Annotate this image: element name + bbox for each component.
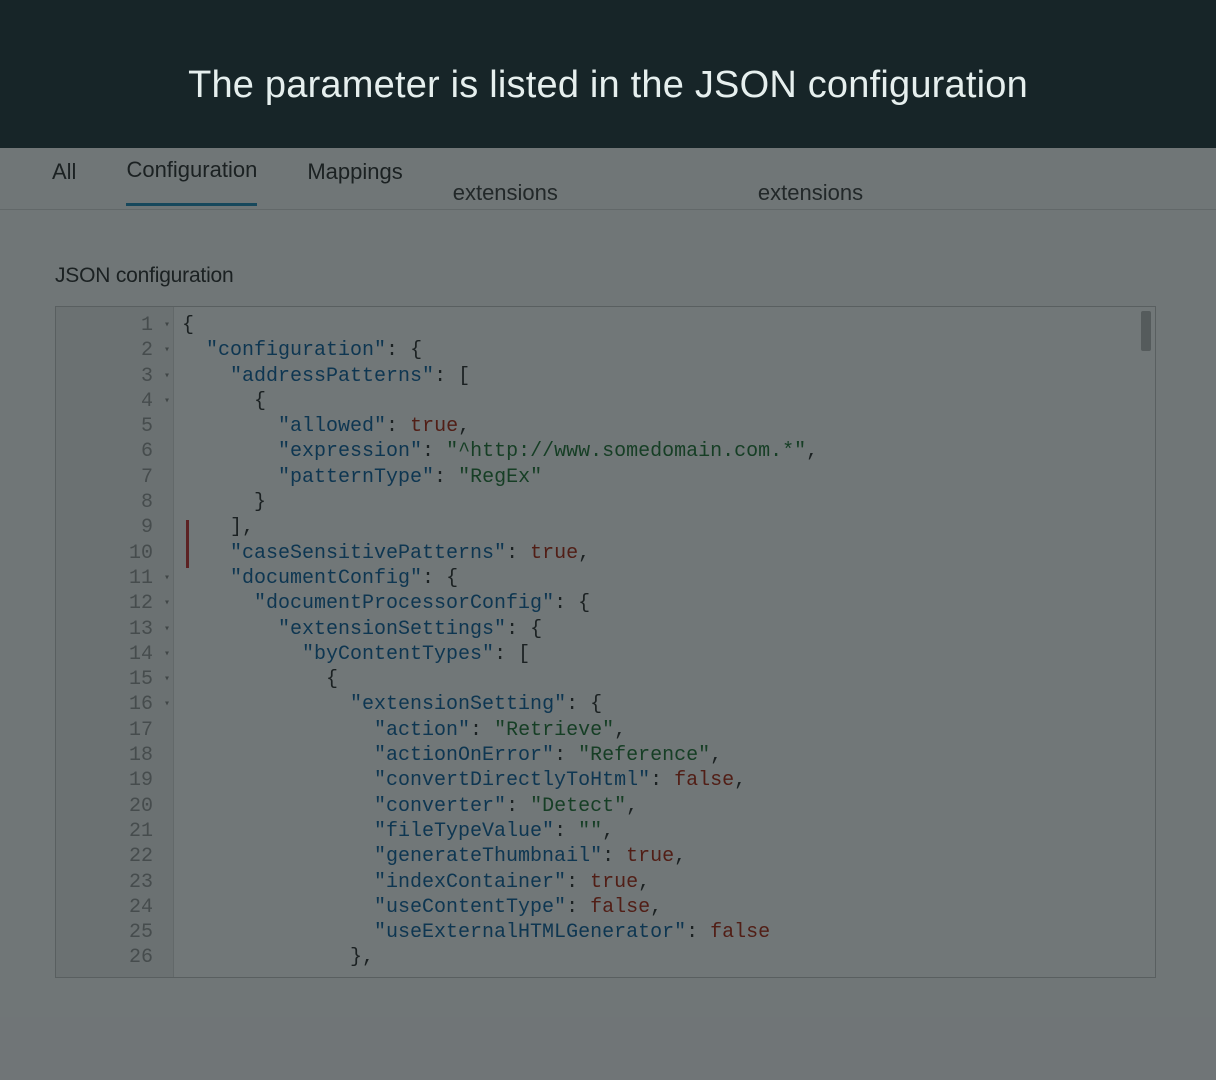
code-line[interactable]: "byContentTypes": [: [182, 642, 1155, 667]
gutter-line: 4▾: [56, 389, 173, 414]
code-line[interactable]: "useExternalHTMLGenerator": false: [182, 920, 1155, 945]
gutter-line: 18: [56, 743, 173, 768]
gutter-line: 14▾: [56, 642, 173, 667]
editor-scrollbar[interactable]: [1141, 311, 1151, 351]
json-editor[interactable]: 1▾2▾3▾4▾567891011▾12▾13▾14▾15▾16▾1718192…: [55, 306, 1156, 978]
fold-arrow-icon[interactable]: ▾: [164, 566, 170, 591]
gutter-line: 10: [56, 541, 173, 566]
tutorial-heading-bar: The parameter is listed in the JSON conf…: [0, 0, 1216, 170]
code-line[interactable]: "useContentType": false,: [182, 895, 1155, 920]
code-line[interactable]: "patternType": "RegEx": [182, 465, 1155, 490]
code-line[interactable]: "fileTypeValue": "",: [182, 819, 1155, 844]
code-line[interactable]: "caseSensitivePatterns": true,: [182, 541, 1155, 566]
tabs-row: All Configuration Mappings extensions ex…: [0, 148, 1216, 210]
code-line[interactable]: }: [182, 490, 1155, 515]
code-line[interactable]: "converter": "Detect",: [182, 794, 1155, 819]
gutter-line: 5: [56, 414, 173, 439]
code-line[interactable]: "documentProcessorConfig": {: [182, 591, 1155, 616]
gutter-line: 21: [56, 819, 173, 844]
fold-arrow-icon[interactable]: ▾: [164, 642, 170, 667]
tab-extensions-1[interactable]: extensions: [453, 152, 558, 206]
editor-code[interactable]: { "configuration": { "addressPatterns": …: [174, 307, 1155, 977]
code-line[interactable]: "allowed": true,: [182, 414, 1155, 439]
code-line[interactable]: "action": "Retrieve",: [182, 718, 1155, 743]
gutter-line: 11▾: [56, 566, 173, 591]
content-area: JSON configuration 1▾2▾3▾4▾567891011▾12▾…: [0, 210, 1216, 1080]
fold-arrow-icon[interactable]: ▾: [164, 389, 170, 414]
tab-mappings[interactable]: Mappings: [307, 153, 402, 205]
code-line[interactable]: {: [182, 389, 1155, 414]
gutter-line: 22: [56, 844, 173, 869]
gutter-line: 2▾: [56, 338, 173, 363]
fold-arrow-icon[interactable]: ▾: [164, 591, 170, 616]
code-line[interactable]: "configuration": {: [182, 338, 1155, 363]
fold-arrow-icon[interactable]: ▾: [164, 667, 170, 692]
code-line[interactable]: "extensionSetting": {: [182, 692, 1155, 717]
code-line[interactable]: ],: [182, 515, 1155, 540]
gutter-line: 23: [56, 870, 173, 895]
fold-arrow-icon[interactable]: ▾: [164, 617, 170, 642]
gutter-line: 9: [56, 515, 173, 540]
gutter-line: 26: [56, 945, 173, 970]
gutter-line: 17: [56, 718, 173, 743]
code-line[interactable]: },: [182, 945, 1155, 970]
tab-extensions-2[interactable]: extensions: [758, 152, 863, 206]
gutter-line: 1▾: [56, 313, 173, 338]
gutter-line: 20: [56, 794, 173, 819]
gutter-line: 19: [56, 768, 173, 793]
gutter-line: 13▾: [56, 617, 173, 642]
gutter-line: 25: [56, 920, 173, 945]
editor-gutter: 1▾2▾3▾4▾567891011▾12▾13▾14▾15▾16▾1718192…: [56, 307, 174, 977]
code-line[interactable]: "expression": "^http://www.somedomain.co…: [182, 439, 1155, 464]
fold-arrow-icon[interactable]: ▾: [164, 364, 170, 389]
code-line[interactable]: "indexContainer": true,: [182, 870, 1155, 895]
gutter-line: 8: [56, 490, 173, 515]
gutter-line: 3▾: [56, 364, 173, 389]
tab-configuration[interactable]: Configuration: [126, 151, 257, 206]
fold-arrow-icon[interactable]: ▾: [164, 692, 170, 717]
json-config-label: JSON configuration: [55, 264, 1156, 288]
code-line[interactable]: {: [182, 667, 1155, 692]
gutter-line: 12▾: [56, 591, 173, 616]
editor-caret-marker: [186, 520, 189, 568]
tutorial-heading: The parameter is listed in the JSON conf…: [188, 64, 1028, 107]
code-line[interactable]: "addressPatterns": [: [182, 364, 1155, 389]
gutter-line: 15▾: [56, 667, 173, 692]
gutter-line: 24: [56, 895, 173, 920]
gutter-line: 16▾: [56, 692, 173, 717]
code-line[interactable]: "convertDirectlyToHtml": false,: [182, 768, 1155, 793]
code-line[interactable]: "actionOnError": "Reference",: [182, 743, 1155, 768]
fold-arrow-icon[interactable]: ▾: [164, 313, 170, 338]
code-line[interactable]: "generateThumbnail": true,: [182, 844, 1155, 869]
tab-all[interactable]: All: [52, 153, 76, 205]
code-line[interactable]: {: [182, 313, 1155, 338]
fold-arrow-icon[interactable]: ▾: [164, 338, 170, 363]
gutter-line: 7: [56, 465, 173, 490]
code-line[interactable]: "extensionSettings": {: [182, 617, 1155, 642]
code-line[interactable]: "documentConfig": {: [182, 566, 1155, 591]
gutter-line: 6: [56, 439, 173, 464]
